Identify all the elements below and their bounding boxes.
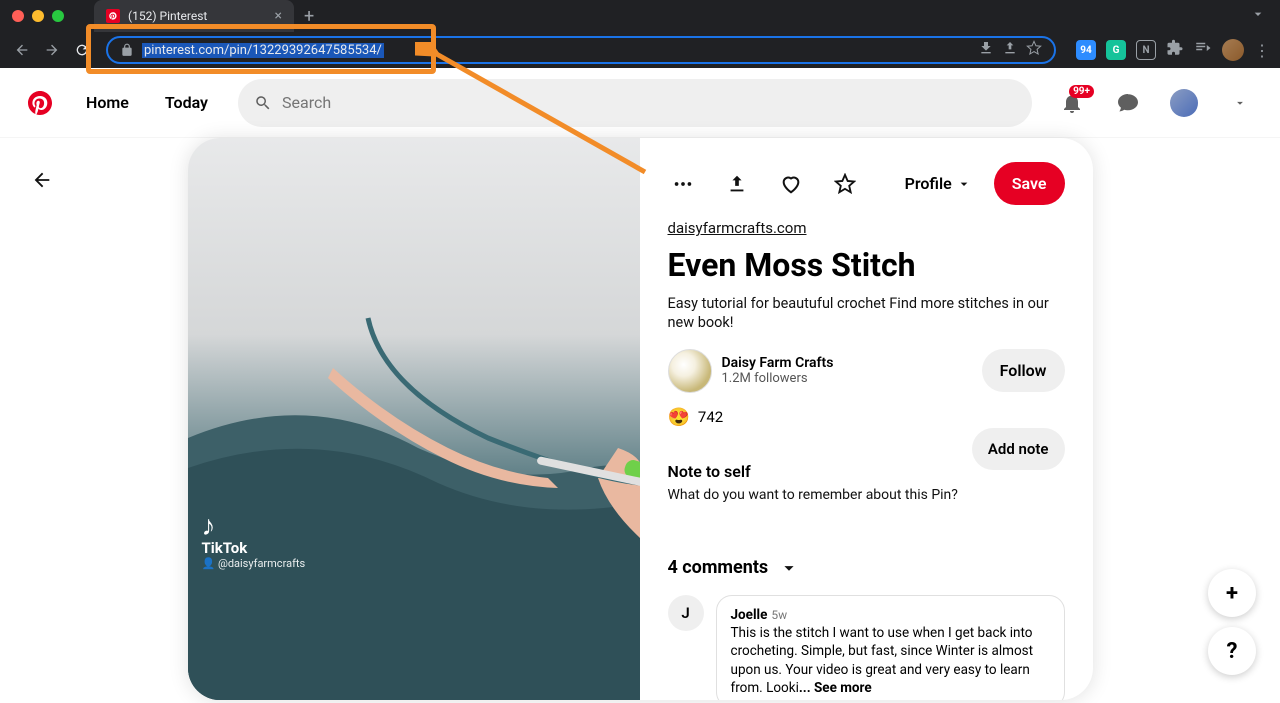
download-icon[interactable]	[978, 40, 994, 60]
chrome-profile-avatar[interactable]	[1222, 39, 1244, 61]
search-input[interactable]	[282, 93, 1016, 112]
maximize-window-button[interactable]	[52, 10, 64, 22]
window-controls	[0, 10, 64, 22]
board-select-label: Profile	[905, 174, 952, 193]
extension-badge[interactable]: 94	[1076, 40, 1096, 60]
address-bar[interactable]: pinterest.com/pin/13229392647585534/	[106, 36, 1056, 64]
tiktok-logo-icon: ♪	[202, 515, 306, 537]
notifications-button[interactable]: 99+	[1048, 79, 1096, 127]
commenter-name[interactable]: Joelle	[731, 607, 768, 623]
tiktok-watermark: ♪ TikTok 👤 @daisyfarmcrafts	[202, 515, 306, 570]
save-button[interactable]: Save	[994, 162, 1065, 205]
notion-extension-icon[interactable]: N	[1136, 40, 1156, 60]
source-link[interactable]: daisyfarmcrafts.com	[668, 219, 1065, 237]
share-icon[interactable]	[1002, 40, 1018, 60]
note-section: Add note Note to self What do you want t…	[668, 462, 1065, 503]
star-button[interactable]	[829, 168, 861, 200]
chevron-down-icon	[956, 176, 972, 192]
add-note-button[interactable]: Add note	[972, 428, 1065, 470]
minimize-window-button[interactable]	[32, 10, 44, 22]
accounts-menu-button[interactable]	[1216, 79, 1264, 127]
reactions-row[interactable]: 😍 742	[668, 407, 1065, 428]
forward-icon[interactable]	[40, 38, 64, 62]
extensions-row: 94 G N ⋮	[1076, 39, 1270, 61]
commenter-avatar[interactable]: J	[668, 595, 704, 631]
profile-avatar	[1170, 89, 1198, 117]
comment-text: This is the stitch I want to use when I …	[731, 624, 1050, 697]
reaction-heart-icon: 😍	[668, 407, 690, 428]
comment-bubble: Joelle5w This is the stitch I want to us…	[716, 595, 1065, 700]
nav-home[interactable]: Home	[72, 79, 143, 127]
crochet-illustration	[188, 138, 640, 700]
address-bar-actions	[978, 40, 1042, 60]
tiktok-label: TikTok	[202, 539, 306, 557]
comments-toggle[interactable]: 4 comments	[668, 557, 1065, 579]
tab-title: (152) Pinterest	[128, 9, 267, 23]
bookmark-star-icon[interactable]	[1026, 40, 1042, 60]
pin-card: ♪ TikTok 👤 @daisyfarmcrafts Profile Save…	[188, 138, 1093, 700]
grammarly-extension-icon[interactable]: G	[1106, 40, 1126, 60]
comment-time: 5w	[771, 608, 787, 622]
help-fab[interactable]: ?	[1208, 627, 1256, 675]
reaction-count: 742	[698, 408, 723, 426]
search-icon	[254, 94, 272, 112]
close-window-button[interactable]	[12, 10, 24, 22]
pinterest-favicon	[106, 9, 120, 23]
board-select-dropdown[interactable]: Profile	[905, 174, 972, 193]
pinterest-logo[interactable]	[16, 79, 64, 127]
nav-today[interactable]: Today	[151, 79, 222, 127]
pin-description: Easy tutorial for beautuful crochet Find…	[668, 294, 1065, 333]
author-avatar[interactable]	[668, 349, 712, 393]
author-row: Daisy Farm Crafts 1.2M followers Follow	[668, 349, 1065, 393]
author-name[interactable]: Daisy Farm Crafts	[722, 355, 834, 371]
see-more-link[interactable]: ... See more	[799, 680, 872, 696]
share-button[interactable]	[721, 168, 753, 200]
pin-detail-panel: Profile Save daisyfarmcrafts.com Even Mo…	[640, 138, 1093, 700]
extensions-puzzle-icon[interactable]	[1166, 39, 1184, 61]
tiktok-username: 👤 @daisyfarmcrafts	[202, 557, 306, 570]
author-followers: 1.2M followers	[722, 371, 834, 386]
main-content: ♪ TikTok 👤 @daisyfarmcrafts Profile Save…	[0, 138, 1280, 700]
new-tab-button[interactable]: +	[304, 6, 314, 27]
lock-icon	[120, 43, 134, 57]
comment-item: J Joelle5w This is the stitch I want to …	[668, 595, 1065, 700]
search-bar[interactable]	[238, 79, 1032, 127]
url-text: pinterest.com/pin/13229392647585534/	[142, 43, 384, 58]
messages-button[interactable]	[1104, 79, 1152, 127]
address-row: pinterest.com/pin/13229392647585534/ 94 …	[0, 32, 1280, 68]
pin-action-row: Profile Save	[668, 162, 1065, 205]
comments-count: 4 comments	[668, 557, 769, 578]
create-fab[interactable]: +	[1208, 569, 1256, 617]
follow-button[interactable]: Follow	[982, 349, 1065, 392]
more-options-button[interactable]	[668, 168, 700, 200]
back-icon[interactable]	[10, 38, 34, 62]
pinterest-header: Home Today 99+	[0, 68, 1280, 138]
chevron-down-icon	[778, 557, 800, 579]
pin-media[interactable]: ♪ TikTok 👤 @daisyfarmcrafts	[188, 138, 640, 700]
notifications-badge: 99+	[1069, 85, 1094, 98]
reading-list-icon[interactable]	[1194, 39, 1212, 61]
profile-avatar-button[interactable]	[1160, 79, 1208, 127]
heart-button[interactable]	[775, 168, 807, 200]
titlebar: (152) Pinterest × +	[0, 0, 1280, 32]
note-prompt: What do you want to remember about this …	[668, 487, 1065, 503]
browser-chrome: (152) Pinterest × + pinterest.com/pin/13…	[0, 0, 1280, 68]
browser-tab[interactable]: (152) Pinterest ×	[94, 0, 294, 32]
tabs-dropdown-icon[interactable]	[1250, 6, 1266, 26]
chrome-menu-icon[interactable]: ⋮	[1254, 41, 1270, 60]
tab-close-icon[interactable]: ×	[275, 8, 282, 24]
pin-title: Even Moss Stitch	[668, 247, 1065, 284]
reload-icon[interactable]	[70, 38, 94, 62]
